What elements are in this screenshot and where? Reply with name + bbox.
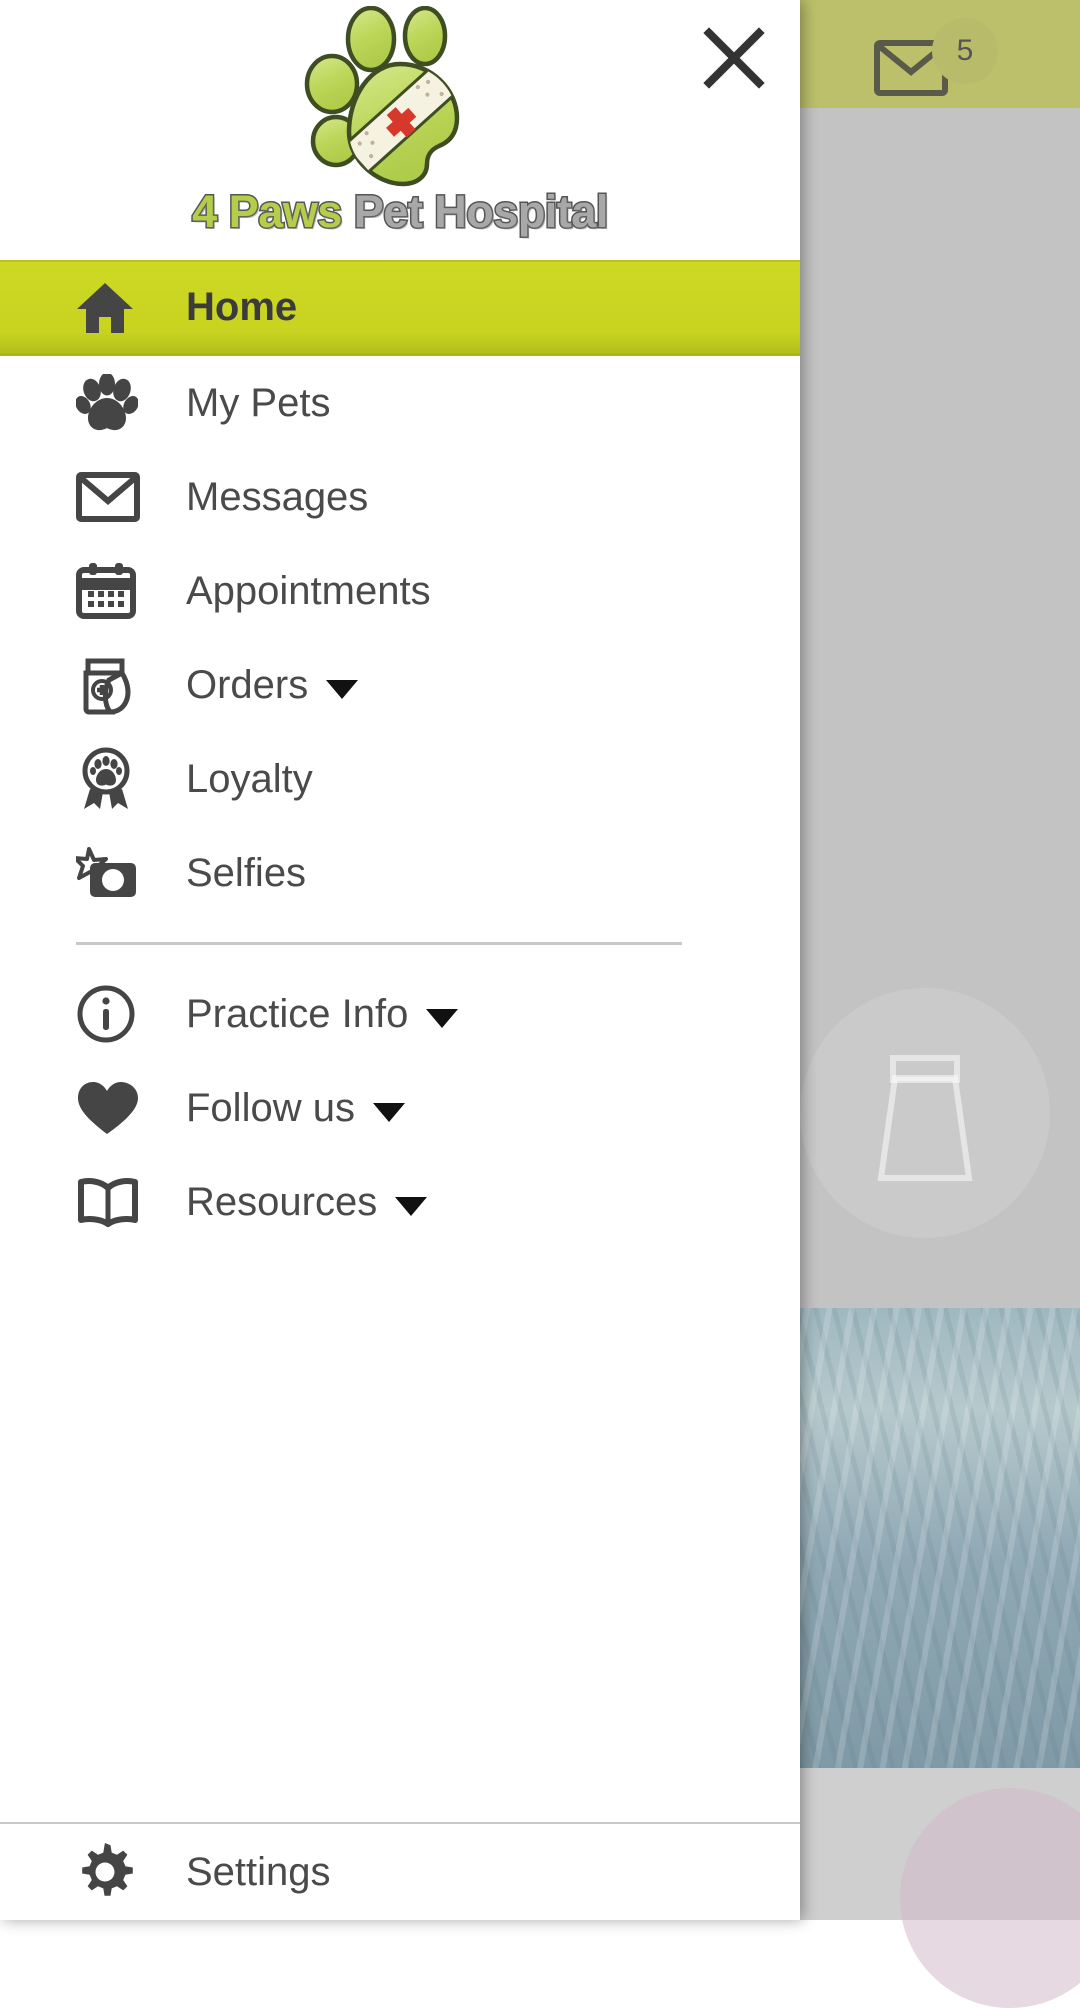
secondary-navigation: Practice Info Follow us Resources — [0, 967, 800, 1249]
sidebar-item-my-pets[interactable]: My Pets — [0, 356, 800, 450]
sidebar-item-label: Loyalty — [186, 757, 313, 802]
sidebar-item-label: Home — [186, 285, 297, 330]
sidebar-item-follow-us[interactable]: Follow us — [0, 1061, 800, 1155]
camera-star-icon — [76, 845, 148, 901]
close-button[interactable] — [690, 14, 778, 102]
close-icon — [703, 27, 765, 89]
sidebar-item-messages[interactable]: Messages — [0, 450, 800, 544]
sidebar-item-home[interactable]: Home — [0, 260, 800, 356]
chevron-down-icon[interactable] — [326, 680, 358, 699]
chevron-down-icon[interactable] — [426, 1009, 458, 1028]
chevron-down-icon[interactable] — [395, 1197, 427, 1216]
envelope-icon — [76, 472, 148, 522]
sidebar-item-label: Follow us — [186, 1086, 355, 1131]
sidebar-item-resources[interactable]: Resources — [0, 1155, 800, 1249]
sidebar-item-label: Appointments — [186, 569, 431, 614]
bottom-navigation: Settings — [0, 1824, 800, 1920]
background-mail-button[interactable]: 5 — [874, 18, 994, 98]
sidebar-item-appointments[interactable]: Appointments — [0, 544, 800, 638]
sidebar-item-label: Practice Info — [186, 992, 408, 1037]
drawer-spacer — [0, 1249, 800, 1822]
chevron-down-icon[interactable] — [373, 1103, 405, 1122]
brand-name-primary: 4 Paws — [192, 186, 342, 237]
sidebar-item-label: Selfies — [186, 851, 306, 896]
sidebar-item-label: Messages — [186, 475, 368, 520]
message-count-badge: 5 — [932, 18, 998, 84]
gear-icon — [76, 1843, 148, 1901]
heart-icon — [76, 1080, 148, 1136]
sidebar-item-practice-info[interactable]: Practice Info — [0, 967, 800, 1061]
sidebar-item-selfies[interactable]: Selfies — [0, 826, 800, 920]
navigation-drawer: 4 Paws Pet Hospital Home — [0, 0, 800, 1920]
food-bag-icon — [76, 655, 148, 715]
drawer-header: 4 Paws Pet Hospital — [0, 0, 800, 256]
page-title: 4 Paws Pet Hospital — [192, 189, 608, 234]
nav-divider — [76, 942, 682, 945]
sidebar-item-orders[interactable]: Orders — [0, 638, 800, 732]
sidebar-item-label: Orders — [186, 663, 308, 708]
paw-icon — [76, 374, 148, 432]
sidebar-item-label: My Pets — [186, 381, 330, 426]
primary-navigation: Home My Pets M — [0, 256, 800, 920]
sidebar-item-settings[interactable]: Settings — [0, 1824, 800, 1920]
sidebar-item-label: Resources — [186, 1180, 377, 1225]
sidebar-item-loyalty[interactable]: Loyalty — [0, 732, 800, 826]
sidebar-item-label: Settings — [186, 1850, 331, 1895]
calendar-icon — [76, 562, 148, 620]
home-icon — [76, 281, 148, 335]
medal-paw-icon — [76, 747, 148, 811]
info-circle-icon — [76, 984, 148, 1044]
bag-watermark-icon — [800, 988, 1050, 1238]
book-icon — [76, 1176, 148, 1228]
paw-logo-icon — [295, 6, 505, 191]
brand-name-secondary: Pet Hospital — [354, 186, 608, 237]
